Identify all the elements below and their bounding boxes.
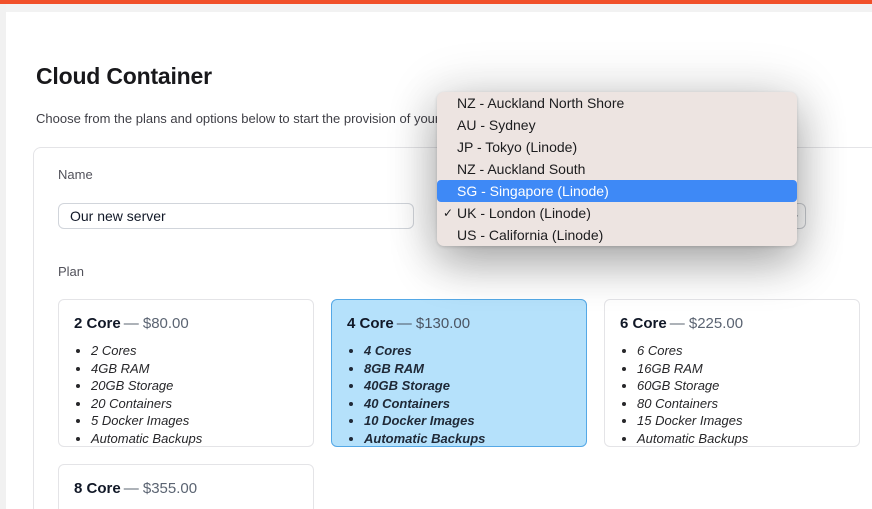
dropdown-option-label: UK - London (Linode)	[457, 205, 591, 221]
plan-feature: 2 Cores	[91, 342, 298, 360]
plan-price: — $355.00	[124, 480, 197, 497]
plan-card[interactable]: 4 Core— $130.00 4 Cores8GB RAM40GB Stora…	[331, 299, 587, 447]
plan-feature: 4GB RAM	[91, 360, 298, 378]
dropdown-option-label: AU - Sydney	[457, 117, 536, 133]
dropdown-option-label: JP - Tokyo (Linode)	[457, 139, 577, 155]
dropdown-option[interactable]: NZ - Auckland North Shore	[437, 92, 797, 114]
checkmark-icon: ✓	[443, 207, 453, 219]
plan-feature: 40 Containers	[364, 395, 571, 413]
plan-name: 2 Core	[74, 315, 121, 332]
left-gutter	[0, 4, 6, 509]
plan-price: — $130.00	[397, 315, 470, 332]
plan-card[interactable]: 2 Core— $80.00 2 Cores4GB RAM20GB Storag…	[58, 299, 314, 447]
plan-title: 8 Core— $355.00	[74, 480, 298, 497]
dropdown-option[interactable]: NZ - Auckland South	[437, 158, 797, 180]
dropdown-option-label: NZ - Auckland South	[457, 161, 585, 177]
plan-feature: Automatic Backups	[364, 430, 571, 448]
plan-title: 6 Core— $225.00	[620, 315, 844, 332]
plan-card[interactable]: 8 Core— $355.00 8 Cores	[58, 464, 314, 509]
plan-feature: 5 Docker Images	[91, 412, 298, 430]
top-band	[0, 4, 872, 12]
plan-name: 8 Core	[74, 480, 121, 497]
dropdown-option[interactable]: AU - Sydney	[437, 114, 797, 136]
plan-card[interactable]: 6 Core— $225.00 6 Cores16GB RAM60GB Stor…	[604, 299, 860, 447]
dropdown-option[interactable]: ✓ UK - London (Linode)	[437, 202, 797, 224]
plan-feature: 10 Docker Images	[364, 412, 571, 430]
plan-feature: Automatic Backups	[91, 430, 298, 448]
plan-feature: 4 Cores	[364, 342, 571, 360]
name-input[interactable]	[58, 203, 414, 229]
plan-feature: 80 Containers	[637, 395, 844, 413]
dropdown-option-label: SG - Singapore (Linode)	[457, 183, 609, 199]
plan-features: 4 Cores8GB RAM40GB Storage40 Containers1…	[347, 342, 571, 447]
plan-title: 2 Core— $80.00	[74, 315, 298, 332]
plan-feature: 60GB Storage	[637, 377, 844, 395]
plan-feature: Automatic Backups	[637, 430, 844, 448]
plan-features: 2 Cores4GB RAM20GB Storage20 Containers5…	[74, 342, 298, 447]
region-dropdown-menu: NZ - Auckland North Shore AU - Sydney JP…	[437, 92, 797, 246]
plan-feature: 20GB Storage	[91, 377, 298, 395]
cloud-container-page: Cloud Container Choose from the plans an…	[0, 0, 872, 509]
dropdown-option-label: NZ - Auckland North Shore	[457, 95, 624, 111]
plan-features: 6 Cores16GB RAM60GB Storage80 Containers…	[620, 342, 844, 447]
dropdown-option[interactable]: JP - Tokyo (Linode)	[437, 136, 797, 158]
plan-feature: 6 Cores	[637, 342, 844, 360]
plan-price: — $80.00	[124, 315, 189, 332]
plan-price: — $225.00	[670, 315, 743, 332]
page-title: Cloud Container	[36, 63, 212, 90]
plan-name: 4 Core	[347, 315, 394, 332]
plan-grid: 2 Core— $80.00 2 Cores4GB RAM20GB Storag…	[58, 299, 860, 509]
dropdown-option[interactable]: SG - Singapore (Linode)	[437, 180, 797, 202]
plan-name: 6 Core	[620, 315, 667, 332]
plan-feature: 8GB RAM	[364, 360, 571, 378]
name-field-label: Name	[58, 167, 93, 182]
plan-title: 4 Core— $130.00	[347, 315, 571, 332]
plan-feature: 15 Docker Images	[637, 412, 844, 430]
top-accent-bar	[0, 0, 872, 4]
dropdown-option[interactable]: US - California (Linode)	[437, 224, 797, 246]
plan-feature: 16GB RAM	[637, 360, 844, 378]
plan-field-label: Plan	[58, 264, 84, 279]
plan-feature: 20 Containers	[91, 395, 298, 413]
plan-feature: 40GB Storage	[364, 377, 571, 395]
dropdown-option-label: US - California (Linode)	[457, 227, 603, 243]
